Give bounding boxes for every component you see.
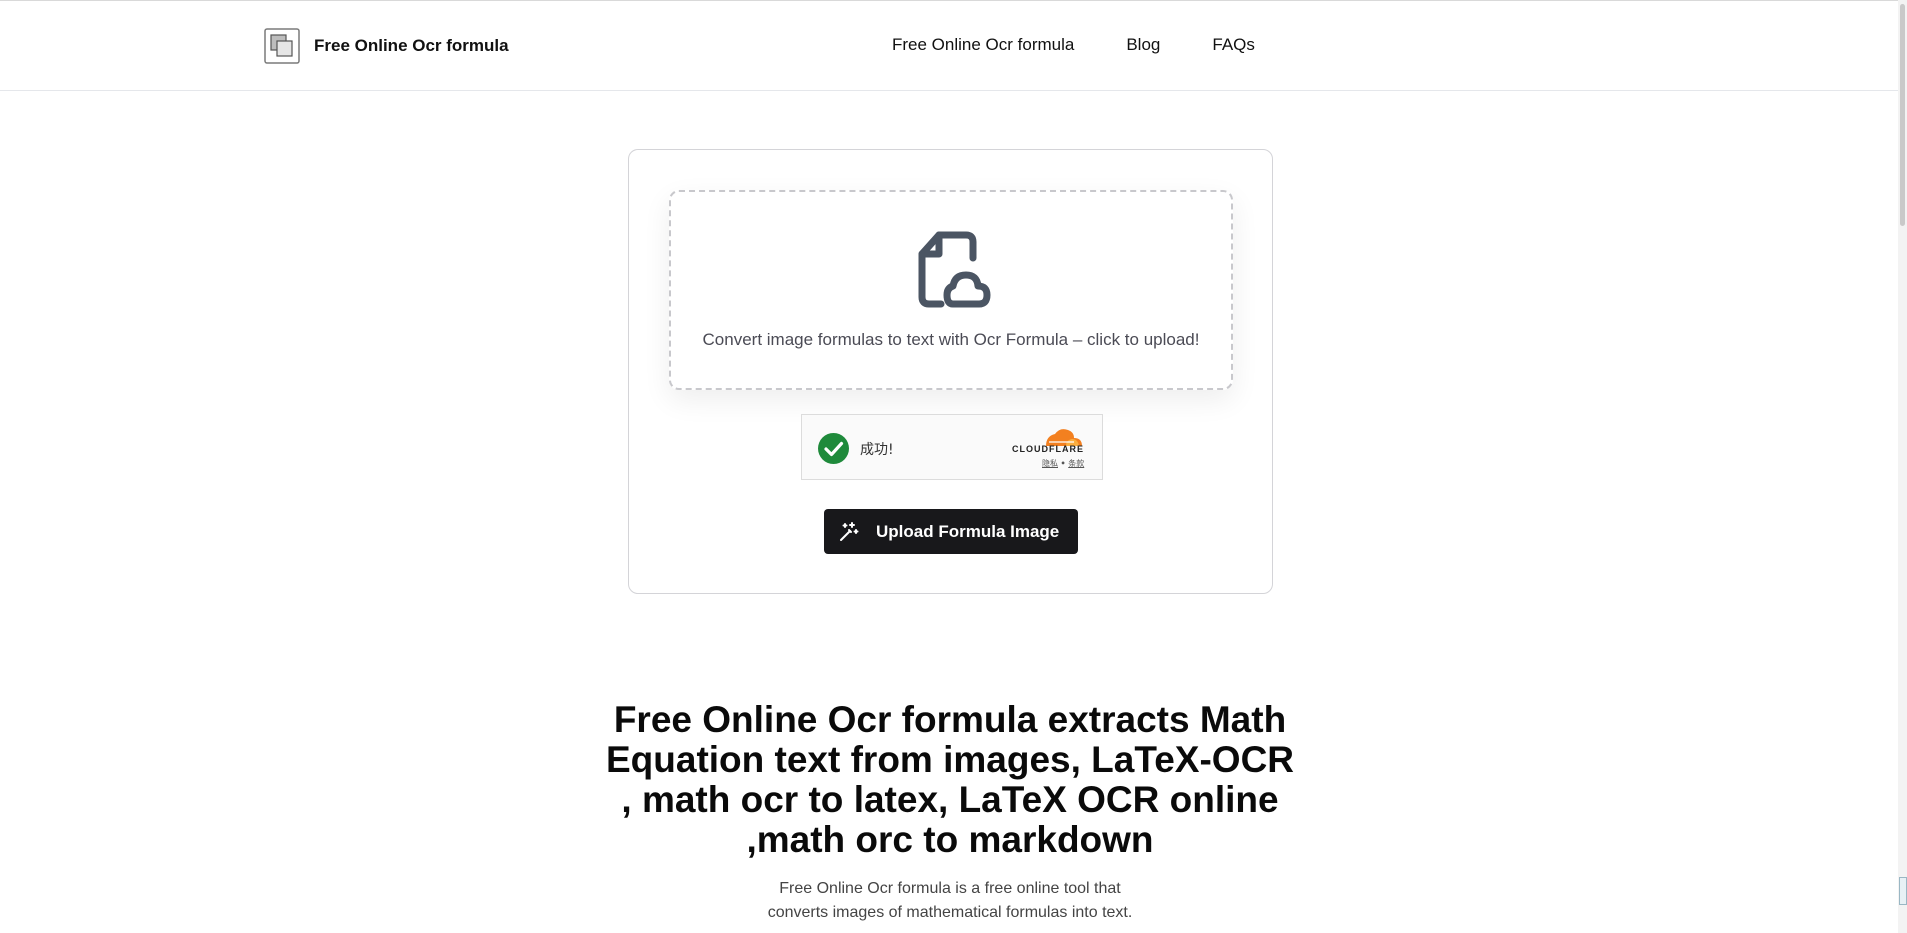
file-cloud-upload-icon [918,231,991,308]
upload-formula-button[interactable]: Upload Formula Image [824,509,1078,554]
nav-item-home[interactable]: Free Online Ocr formula [892,35,1074,55]
upload-card: Convert image formulas to text with Ocr … [628,149,1273,594]
captcha-widget[interactable]: 成功! CLOUDFLARE 隐私 • 条款 [801,414,1103,480]
terms-link[interactable]: 条款 [1068,459,1084,468]
scrollbar-thumb[interactable] [1900,4,1905,226]
hero-description: Free Online Ocr formula is a free online… [767,880,1133,921]
privacy-link[interactable]: 隐私 [1042,459,1058,468]
brand-link[interactable]: Free Online Ocr formula [264,28,509,64]
scrollbar-marker [1899,877,1907,905]
success-check-icon [818,433,849,464]
cloudflare-wordmark: CLOUDFLARE [1012,444,1084,454]
main-nav: Free Online Ocr formula Blog FAQs [892,35,1307,55]
captcha-status: 成功! [860,442,894,458]
dropzone-instruction: Convert image formulas to text with Ocr … [702,330,1200,349]
upload-button-label: Upload Formula Image [876,521,1060,541]
link-separator: • [1060,459,1066,468]
logo-icon [264,28,300,64]
site-header: Free Online Ocr formula Free Online Ocr … [0,1,1907,91]
nav-item-blog[interactable]: Blog [1126,35,1160,55]
nav-item-faqs[interactable]: FAQs [1212,35,1255,55]
brand-name: Free Online Ocr formula [314,36,509,55]
captcha-links: 隐私 • 条款 [1042,458,1084,469]
magic-wand-icon [840,521,859,541]
upload-dropzone[interactable]: Convert image formulas to text with Ocr … [669,190,1233,390]
hero-title: Free Online Ocr formula extracts Math Eq… [605,699,1295,860]
